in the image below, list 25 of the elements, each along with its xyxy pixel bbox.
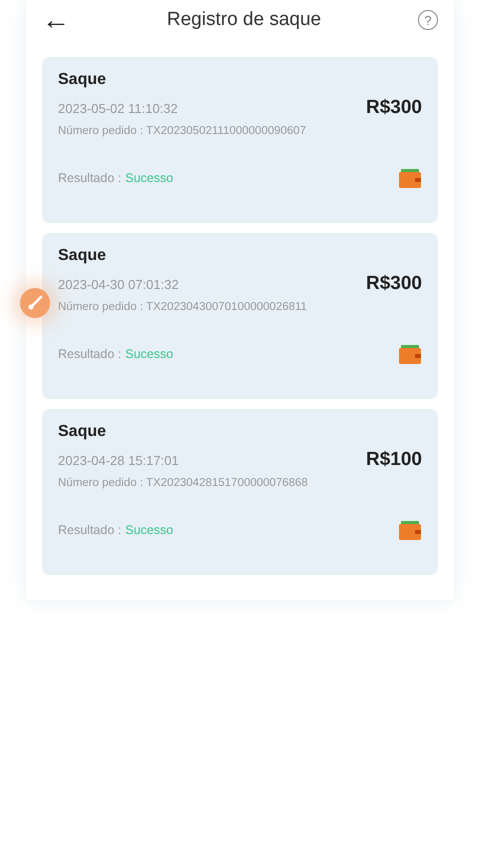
result-status: Sucesso — [125, 171, 174, 185]
record-type: Saque — [58, 247, 108, 265]
record-date: 2023-04-30 07:01:32 — [58, 276, 179, 292]
back-button[interactable]: ← — [42, 6, 70, 34]
result-label: Resultado : — [58, 523, 122, 537]
wallet-icon — [398, 343, 422, 365]
result-label: Resultado : — [58, 347, 122, 361]
wallet-icon — [398, 167, 422, 189]
result-status: Sucesso — [125, 347, 174, 361]
order-number: Número pedido : TX20230502111000000090607 — [58, 125, 308, 137]
record-date: 2023-04-28 15:17:01 — [58, 452, 179, 468]
result-status: Sucesso — [125, 523, 174, 537]
result-label: Resultado : — [58, 171, 122, 185]
record-amount: R$300 — [366, 273, 422, 295]
brush-icon — [27, 295, 43, 311]
record-type: Saque — [58, 71, 108, 89]
record-type: Saque — [58, 423, 108, 441]
record-amount: R$100 — [366, 449, 422, 471]
record-date: 2023-05-02 11:10:32 — [58, 100, 178, 116]
order-number: Número pedido : TX20230428151700000076868 — [58, 477, 309, 489]
order-number: Número pedido : TX20230430070100000026811 — [58, 301, 308, 313]
wallet-icon — [398, 519, 422, 541]
record-amount: R$300 — [366, 97, 422, 119]
help-button[interactable]: ? — [418, 10, 438, 30]
page-title: Registro de saque — [166, 9, 322, 31]
